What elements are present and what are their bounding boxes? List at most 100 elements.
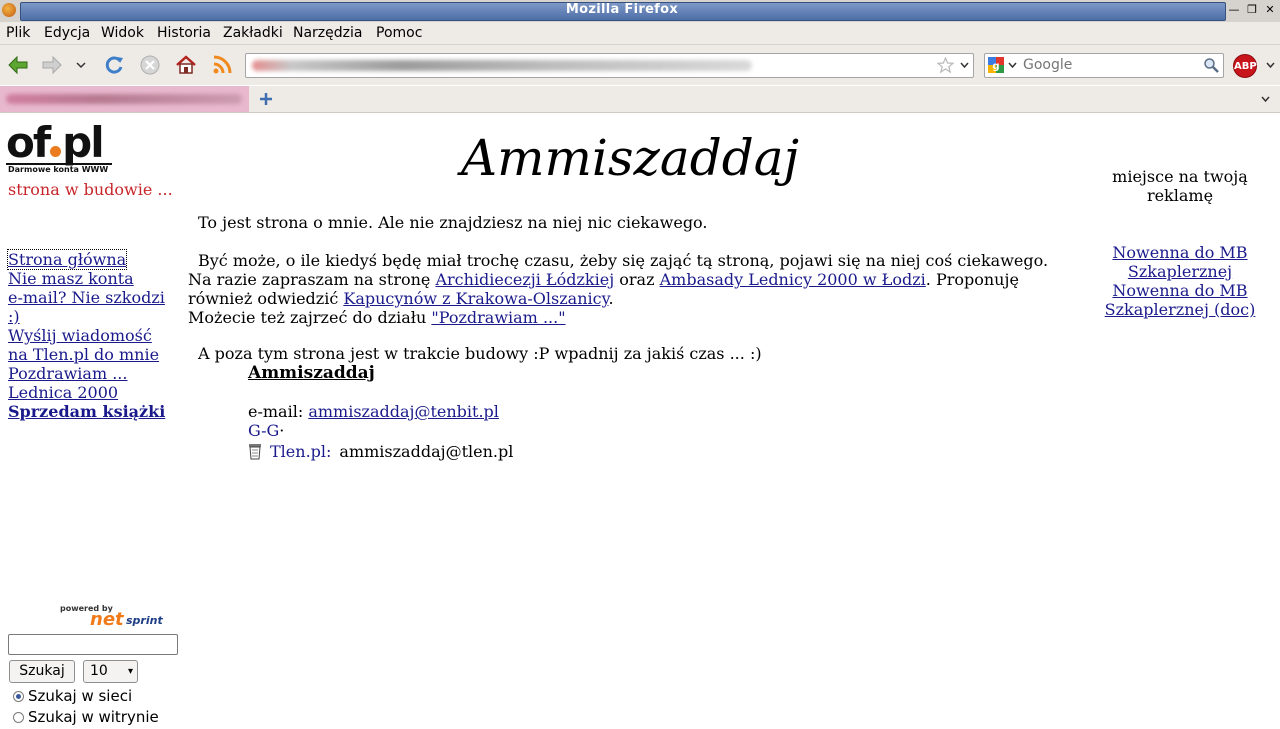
menu-edycja[interactable]: Edycja: [44, 25, 90, 41]
email-link[interactable]: ammiszaddaj@tenbit.pl: [308, 402, 499, 421]
menu-historia[interactable]: Historia: [157, 25, 211, 41]
logo-subtitle: Darmowe konta WWW: [6, 163, 112, 174]
adblock-plus-icon[interactable]: ABP: [1233, 54, 1257, 78]
email-label: e-mail:: [248, 402, 304, 421]
ad-placeholder-line-1: miejsce na twoją: [1112, 167, 1248, 186]
gg-link[interactable]: G-G: [248, 421, 279, 440]
main-text: To jest strona o mnie. Ale nie znajdzies…: [188, 213, 1088, 363]
results-count-select[interactable]: 10 ▾: [83, 660, 138, 683]
nav-tlen-link-2[interactable]: na Tlen.pl do mnie: [8, 345, 183, 364]
results-count-value: 10: [90, 663, 108, 679]
menu-plik[interactable]: Plik: [6, 25, 30, 41]
netsprint-net-text: net: [90, 609, 124, 630]
paragraph-2-line-1: Być może, o ile kiedyś będę miał trochę …: [198, 251, 1049, 270]
right-column: miejsce na twoją reklamę Nowenna do MB S…: [1090, 167, 1270, 319]
paragraph-2-line-4: Możecie też zajrzeć do działu "Pozdrawia…: [188, 308, 1088, 327]
pozdrawiam-link[interactable]: "Pozdrawiam ...": [431, 308, 565, 327]
back-arrow-icon[interactable]: [6, 53, 30, 77]
stop-icon[interactable]: [138, 53, 162, 77]
search-input[interactable]: [1023, 56, 1195, 73]
left-navigation: Strona główna Nie masz konta e-mail? Nie…: [6, 249, 183, 421]
page-title: Ammiszaddaj: [460, 129, 800, 187]
nowenna-link-1-line-2[interactable]: Szkaplerznej: [1128, 262, 1232, 281]
maximize-icon[interactable]: ❐: [1246, 3, 1258, 17]
blurred-tab-title: [6, 94, 242, 104]
logo-dot: [50, 146, 62, 157]
logo-text-of: of: [6, 118, 51, 167]
site-search-input[interactable]: [8, 634, 178, 655]
select-arrow-icon: ▾: [127, 666, 133, 677]
nowenna-link-2[interactable]: Nowenna do MB Szkaplerznej (doc): [1090, 281, 1270, 319]
ofpl-logo[interactable]: of pl Darmowe konta WWW: [6, 121, 118, 179]
text-na-razie: Na razie zapraszam na stronę: [188, 270, 431, 289]
nav-books-link[interactable]: Sprzedam książki: [8, 402, 183, 421]
menu-zakladki[interactable]: Zakładki: [223, 25, 283, 41]
status-text: strona w budowie ...: [8, 180, 173, 199]
search-box: g: [984, 53, 1224, 78]
radio-checked-icon[interactable]: [13, 690, 24, 702]
text-proponuje: . Proponuję: [925, 270, 1019, 289]
search-submit-button[interactable]: Szukaj: [9, 660, 75, 683]
radio-search-site[interactable]: Szukaj w witrynie: [13, 708, 159, 726]
nowenna-link-2-line-2[interactable]: Szkaplerznej (doc): [1105, 300, 1256, 319]
nowenna-link-2-line-1[interactable]: Nowenna do MB: [1112, 281, 1247, 300]
close-icon[interactable]: ✕: [1264, 3, 1276, 17]
address-bar[interactable]: [245, 53, 974, 78]
google-engine-icon[interactable]: g: [988, 57, 1004, 73]
toolbar-chevron-icon[interactable]: [1266, 62, 1275, 69]
contact-tlen-row: Tlen.pl: ammiszaddaj@tlen.pl: [248, 442, 513, 461]
ad-placeholder-line-2: reklamę: [1146, 186, 1214, 205]
menu-pomoc[interactable]: Pomoc: [376, 25, 422, 41]
home-icon[interactable]: [174, 53, 198, 77]
page-content: of pl Darmowe konta WWW strona w budowie …: [0, 113, 1280, 729]
tab-current[interactable]: [0, 86, 249, 112]
new-tab-icon[interactable]: [259, 92, 273, 106]
rss-feed-icon[interactable]: [210, 53, 234, 77]
tlen-address: ammiszaddaj@tlen.pl: [339, 442, 514, 461]
nav-greetings-link[interactable]: Pozdrawiam ...: [8, 364, 183, 383]
paragraph-2-line-2: Na razie zapraszam na stronę Archidiecez…: [188, 270, 1088, 289]
nav-email-link-2[interactable]: e-mail? Nie szkodzi: [8, 288, 183, 307]
radio-web-label: Szukaj w sieci: [28, 687, 133, 705]
nowenna-link-1[interactable]: Nowenna do MB Szkaplerznej: [1090, 243, 1270, 281]
nav-tlen-link-1[interactable]: Wyślij wiadomość: [8, 326, 183, 345]
menu-narzedzia[interactable]: Narzędzia: [293, 25, 362, 41]
netsprint-logo[interactable]: powered by net sprint: [58, 604, 168, 630]
tlen-status-icon: [249, 444, 261, 460]
tab-bar: [0, 86, 1280, 113]
svg-text:g: g: [992, 61, 999, 72]
minimize-icon[interactable]: —: [1228, 3, 1240, 17]
radio-search-web[interactable]: Szukaj w sieci: [13, 687, 132, 705]
menu-widok[interactable]: Widok: [101, 25, 144, 41]
reload-icon[interactable]: [102, 53, 126, 77]
paragraph-3: A poza tym strona jest w trakcie budowy …: [198, 344, 762, 363]
intro-paragraph: To jest strona o mnie. Ale nie znajdzies…: [198, 213, 708, 232]
history-dropdown-icon[interactable]: [72, 53, 90, 77]
window-title: Mozilla Firefox: [565, 2, 679, 17]
nav-home-link[interactable]: Strona główna: [6, 249, 128, 270]
blurred-url: [252, 60, 752, 71]
search-icon[interactable]: [1203, 57, 1219, 73]
contact-gg-row: G-G·: [248, 421, 513, 440]
nav-email-link-3[interactable]: :): [8, 307, 183, 326]
contact-name: Ammiszaddaj: [248, 363, 375, 383]
nav-lednica-link[interactable]: Lednica 2000: [8, 383, 183, 402]
tab-list-icon[interactable]: [1261, 96, 1270, 103]
url-dropdown-icon[interactable]: [960, 62, 969, 69]
ambasada-link[interactable]: Ambasady Lednicy 2000 w Łodzi: [660, 270, 926, 289]
window-titlebar: Mozilla Firefox — ❐ ✕: [0, 0, 1280, 22]
gg-status: ·: [279, 421, 285, 440]
engine-dropdown-icon[interactable]: [1008, 62, 1017, 69]
kapucyni-link[interactable]: Kapucynów z Krakowa-Olszanicy: [343, 289, 608, 308]
nav-email-link-1[interactable]: Nie masz konta: [8, 269, 183, 288]
text-mozecie: Możecie też zajrzeć do działu: [188, 308, 427, 327]
radio-unchecked-icon[interactable]: [13, 711, 24, 723]
contact-email-row: e-mail: ammiszaddaj@tenbit.pl: [248, 402, 513, 421]
bookmark-star-icon[interactable]: [937, 57, 954, 74]
nowenna-link-1-line-1[interactable]: Nowenna do MB: [1112, 243, 1247, 262]
radio-site-label: Szukaj w witrynie: [28, 708, 159, 726]
archidiecezja-link[interactable]: Archidiecezji Łódzkiej: [435, 270, 614, 289]
netsprint-sprint-text: sprint: [126, 614, 163, 627]
paragraph-2-line-3: również odwiedzić Kapucynów z Krakowa-Ol…: [188, 289, 1088, 308]
forward-arrow-icon[interactable]: [40, 53, 64, 77]
